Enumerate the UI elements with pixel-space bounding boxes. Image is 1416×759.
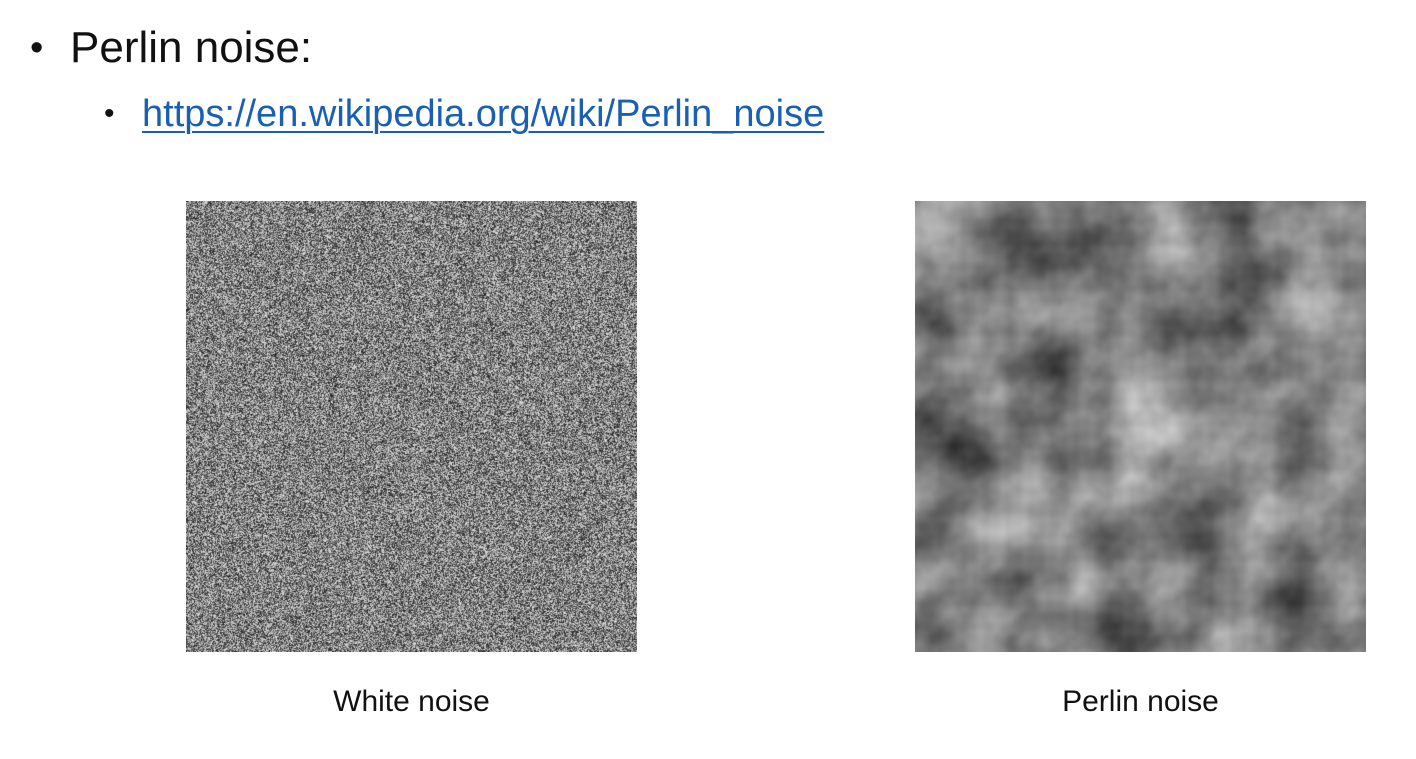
bullet-dot: •	[30, 27, 44, 69]
wikipedia-link[interactable]: https://en.wikipedia.org/wiki/Perlin_noi…	[142, 86, 824, 142]
perlin-noise-caption: Perlin noise	[1062, 685, 1219, 718]
bullet-wikipedia-link: • https://en.wikipedia.org/wiki/Perlin_n…	[104, 86, 824, 142]
bullet-dot: •	[104, 97, 115, 130]
slide-heading: Perlin noise:	[70, 23, 313, 72]
perlin-noise-image	[915, 201, 1366, 652]
white-noise-caption: White noise	[333, 685, 490, 718]
white-noise-image	[186, 201, 637, 652]
bullet-perlin-noise: • Perlin noise:	[30, 18, 312, 78]
